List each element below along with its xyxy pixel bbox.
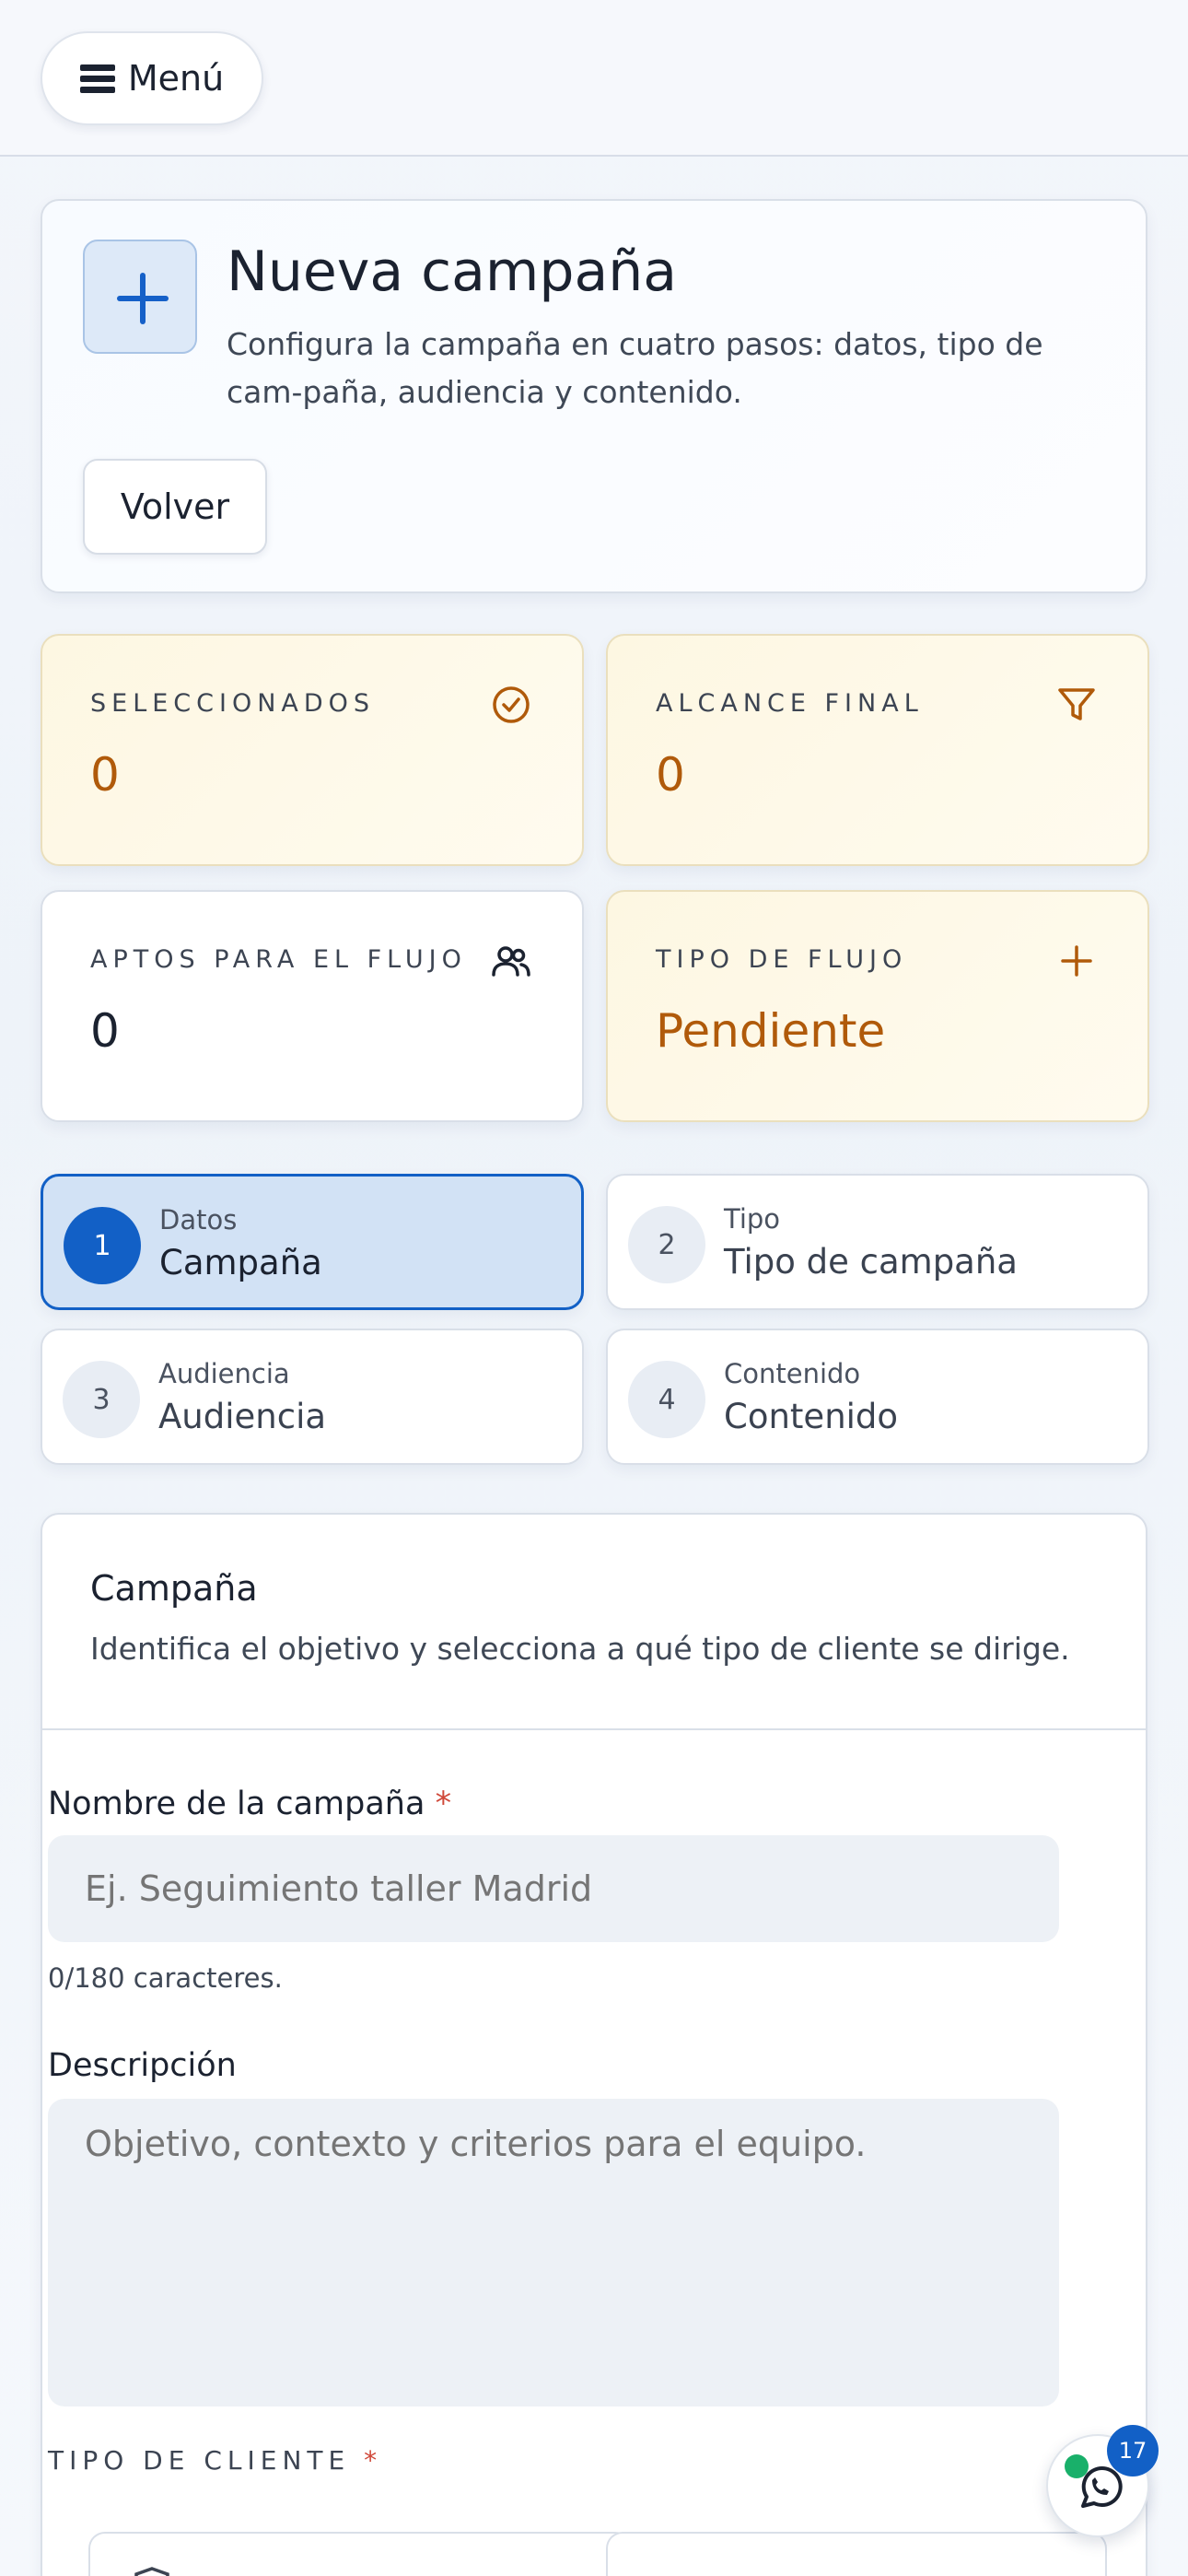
step-title: Audiencia xyxy=(158,1397,327,1436)
step-caption: Tipo xyxy=(724,1203,781,1235)
step-audience[interactable]: 3 Audiencia Audiencia xyxy=(41,1329,584,1465)
step-title: Campaña xyxy=(159,1243,322,1282)
step-campaign[interactable]: 1 Datos Campaña xyxy=(41,1174,584,1310)
campaign-name-input[interactable] xyxy=(48,1835,1059,1942)
stat-card-eligible: APTOS PARA EL FLUJO 0 xyxy=(41,890,584,1122)
required-mark: * xyxy=(364,2445,383,2476)
stat-value: 0 xyxy=(656,748,685,802)
stat-card-flow-type: TIPO DE FLUJO Pendiente xyxy=(606,890,1149,1122)
required-mark: * xyxy=(435,1786,452,1822)
step-caption: Datos xyxy=(159,1204,238,1235)
client-type-option[interactable] xyxy=(606,2532,1107,2576)
step-title: Contenido xyxy=(724,1397,899,1436)
form-title: Campaña xyxy=(90,1568,258,1609)
filter-icon xyxy=(1058,688,1095,720)
plus-icon xyxy=(83,240,197,354)
step-number: 3 xyxy=(63,1361,140,1438)
stat-label: TIPO DE FLUJO xyxy=(656,945,908,974)
step-caption: Contenido xyxy=(724,1358,861,1389)
step-number: 2 xyxy=(628,1206,705,1283)
step-title: Tipo de campaña xyxy=(724,1242,1018,1282)
unread-count-badge: 17 xyxy=(1107,2425,1159,2476)
description-textarea[interactable] xyxy=(48,2099,1059,2406)
client-type-label: TIPO DE CLIENTE * xyxy=(48,2445,383,2476)
stat-label: ALCANCE FINAL xyxy=(656,689,924,718)
top-bar: Menú xyxy=(0,0,1188,157)
check-circle-icon xyxy=(493,686,530,723)
plus-icon xyxy=(1061,945,1092,977)
campaign-name-label: Nombre de la campaña * xyxy=(48,1786,452,1822)
step-content[interactable]: 4 Contenido Contenido xyxy=(606,1329,1149,1465)
stat-value: 0 xyxy=(90,1004,120,1058)
form-header: Campaña Identifica el objetivo y selecci… xyxy=(42,1515,1146,1730)
new-campaign-header: Nueva campaña Configura la campaña en cu… xyxy=(41,199,1147,593)
client-type-option[interactable] xyxy=(88,2532,632,2576)
step-number: 1 xyxy=(64,1207,141,1284)
stat-label: APTOS PARA EL FLUJO xyxy=(90,945,467,974)
menu-button[interactable]: Menú xyxy=(41,31,263,125)
stat-value: Pendiente xyxy=(656,1004,886,1058)
stat-label: SELECCIONADOS xyxy=(90,689,376,718)
menu-label: Menú xyxy=(127,58,225,99)
stat-value: 0 xyxy=(90,748,120,802)
stat-card-selected: SELECCIONADOS 0 xyxy=(41,634,584,866)
hamburger-icon xyxy=(79,64,115,93)
page-description: Configura la campaña en cuatro pasos: da… xyxy=(227,326,1043,410)
description-label: Descripción xyxy=(48,2047,237,2084)
form-subtitle: Identifica el objetivo y selecciona a qu… xyxy=(90,1631,1070,1667)
char-count: 0/180 caracteres. xyxy=(48,1962,283,1994)
page-title: Nueva campaña xyxy=(227,240,678,304)
step-campaign-type[interactable]: 2 Tipo Tipo de campaña xyxy=(606,1174,1149,1310)
campaign-form: Campaña Identifica el objetivo y selecci… xyxy=(41,1513,1147,2576)
shield-icon xyxy=(134,2567,169,2576)
stat-card-reach: ALCANCE FINAL 0 xyxy=(606,634,1149,866)
step-caption: Audiencia xyxy=(158,1358,290,1389)
step-number: 4 xyxy=(628,1361,705,1438)
back-button[interactable]: Volver xyxy=(83,459,267,555)
users-icon xyxy=(492,946,530,977)
online-status-dot xyxy=(1065,2454,1089,2478)
